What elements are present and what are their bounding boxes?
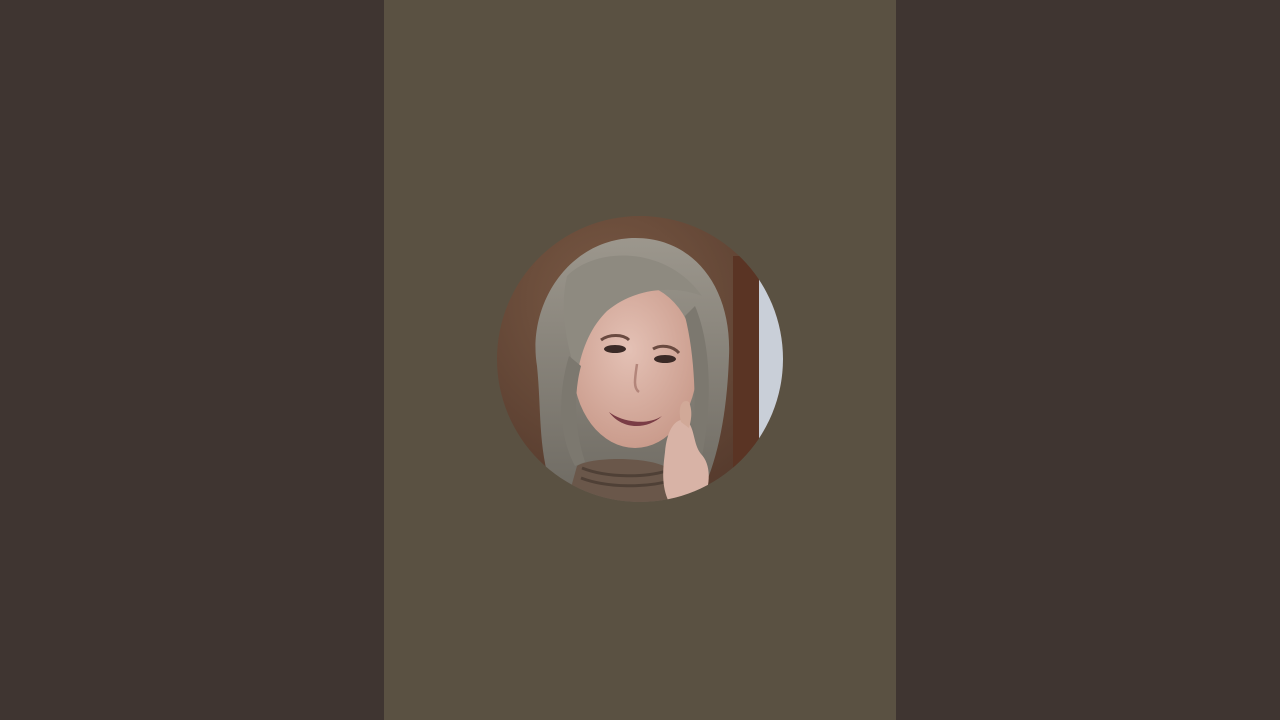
- video-stage: [384, 0, 896, 720]
- right-pillarbox: [896, 0, 1280, 720]
- video-viewport: [0, 0, 1280, 720]
- left-pillarbox: [0, 0, 384, 720]
- avatar-photo: [497, 216, 783, 502]
- profile-avatar: [497, 216, 783, 502]
